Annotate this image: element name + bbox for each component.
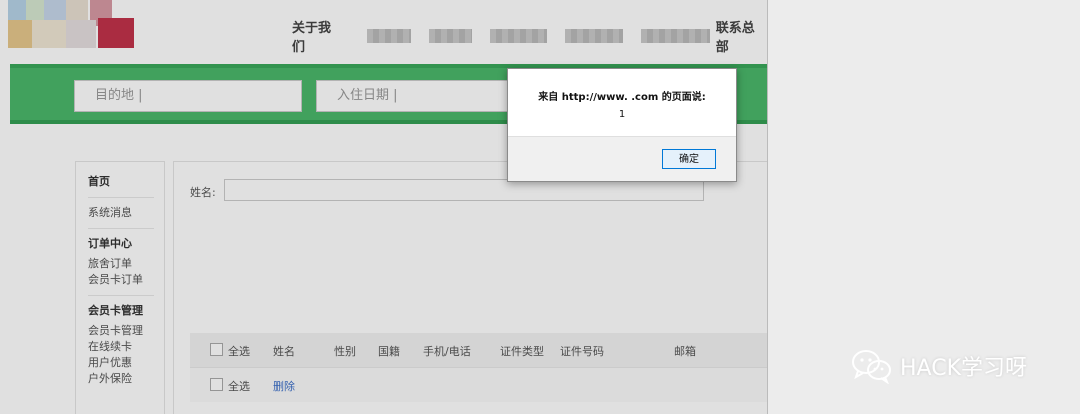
name-input[interactable] xyxy=(224,179,704,201)
divider xyxy=(88,197,154,198)
column-header-name: 姓名 xyxy=(273,345,295,358)
sidebar-item-card-orders[interactable]: 会员卡订单 xyxy=(88,272,164,288)
column-header-nationality: 国籍 xyxy=(378,345,400,358)
nav-item-redacted[interactable] xyxy=(428,29,473,43)
main-panel: 姓名: 全选 姓名 性别 国籍 手机/电话 证件类型 证件号码 邮箱 全选 删除 xyxy=(173,161,767,414)
nav-item-contact[interactable]: 联系总部 xyxy=(716,17,767,55)
table-footer-row: 全选 删除 xyxy=(190,367,767,402)
checkin-date-input[interactable]: 入住日期 | xyxy=(316,80,536,112)
top-nav: 关于我们 联系总部 xyxy=(292,21,767,55)
sidebar-item-renew-card[interactable]: 在线续卡 xyxy=(88,339,164,355)
site-logo[interactable] xyxy=(8,0,138,50)
nav-item-redacted[interactable] xyxy=(640,29,710,43)
nav-item-about[interactable]: 关于我们 xyxy=(292,17,343,55)
ok-button[interactable]: 确定 xyxy=(662,149,716,169)
watermark: HACK学习呀 xyxy=(850,346,1027,386)
column-header-email: 邮箱 xyxy=(674,345,696,358)
select-all-label: 全选 xyxy=(228,380,250,393)
sidebar-heading-card-mgmt: 会员卡管理 xyxy=(88,304,143,317)
sidebar-item-home[interactable]: 首页 xyxy=(88,174,164,190)
select-all-checkbox[interactable] xyxy=(210,343,223,356)
destination-input[interactable]: 目的地 | xyxy=(74,80,302,112)
sidebar-heading-orders: 订单中心 xyxy=(88,237,132,250)
sidebar-item-messages[interactable]: 系统消息 xyxy=(88,205,164,221)
name-label: 姓名: xyxy=(190,186,216,199)
divider xyxy=(88,228,154,229)
watermark-text: HACK学习呀 xyxy=(900,356,1027,381)
dialog-message: 1 xyxy=(618,109,626,120)
sidebar-item-card-mgmt[interactable]: 会员卡管理 xyxy=(88,323,164,339)
sidebar-item-user-discounts[interactable]: 用户优惠 xyxy=(88,355,164,371)
sidebar-item-outdoor-insurance[interactable]: 户外保险 xyxy=(88,371,164,387)
alert-dialog: 来自 http://www. .com 的页面说: 1 确定 xyxy=(507,68,737,182)
divider xyxy=(88,295,154,296)
web-page: 关于我们 联系总部 目的地 | 入住日期 | 首页 系统消息 订单中心 旅舍订单… xyxy=(0,0,767,414)
column-header-select-all: 全选 xyxy=(228,345,250,358)
delete-link[interactable]: 删除 xyxy=(273,378,295,394)
dialog-title: 来自 http://www. .com 的页面说: xyxy=(538,92,706,103)
sidebar: 首页 系统消息 订单中心 旅舍订单 会员卡订单 会员卡管理 会员卡管理 在线续卡… xyxy=(75,161,165,414)
nav-item-redacted[interactable] xyxy=(565,29,623,43)
sidebar-item-hostel-orders[interactable]: 旅舍订单 xyxy=(88,256,164,272)
dialog-footer: 确定 xyxy=(508,136,736,181)
column-header-id-type: 证件类型 xyxy=(500,345,544,358)
column-header-id-number: 证件号码 xyxy=(560,345,604,358)
nav-item-redacted[interactable] xyxy=(367,29,411,43)
column-header-phone: 手机/电话 xyxy=(423,345,471,358)
column-header-gender: 性别 xyxy=(334,345,356,358)
select-all-checkbox-footer[interactable] xyxy=(210,378,223,391)
table-header: 全选 姓名 性别 国籍 手机/电话 证件类型 证件号码 邮箱 xyxy=(190,333,767,367)
wechat-icon xyxy=(850,348,894,385)
nav-item-redacted[interactable] xyxy=(490,29,548,43)
